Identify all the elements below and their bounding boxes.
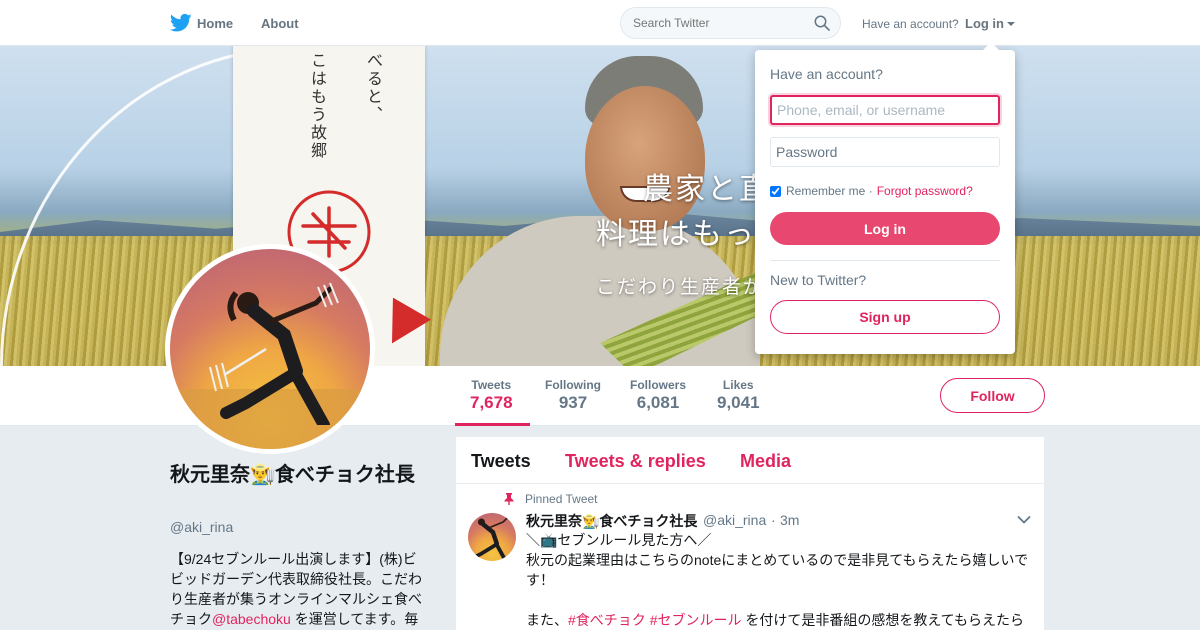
search-input[interactable] xyxy=(633,16,803,30)
tweet-avatar[interactable] xyxy=(468,513,516,561)
stat-tweets-value: 7,678 xyxy=(470,393,513,412)
pin-icon xyxy=(504,493,514,505)
top-nav-bar: Home About Have an account? Log in xyxy=(0,0,1200,46)
profile-bio: 【9/24セブンルール出演します】(株)ビビッドガーデン代表取締役社長。こだわり… xyxy=(170,549,428,629)
avatar-person-figure xyxy=(209,282,339,425)
stat-likes-value: 9,041 xyxy=(717,393,760,412)
password-field[interactable] xyxy=(770,137,1000,167)
banner-copy-line-3: こだわり生産者が xyxy=(596,276,765,298)
avatar-photo xyxy=(170,249,370,449)
profile-handle[interactable]: @aki_rina xyxy=(170,519,233,535)
caret-down-icon xyxy=(1007,22,1015,26)
forgot-password-link[interactable]: Forgot password? xyxy=(877,184,973,198)
stat-followers[interactable]: Followers 6,081 xyxy=(630,378,686,413)
login-dropdown-title: Have an account? xyxy=(770,66,883,82)
tweet-timestamp[interactable]: 3m xyxy=(780,512,799,528)
stat-following-value: 937 xyxy=(558,393,588,412)
tweet-text-line-3-start: また、 xyxy=(526,612,568,628)
bio-text-end: を運営してます。毎 xyxy=(290,611,419,627)
tweet-text-blank-line xyxy=(526,590,1036,610)
login-dropdown: Have an account? Remember me · Forgot pas… xyxy=(755,42,1015,354)
dropdown-divider xyxy=(770,260,1000,261)
new-to-twitter-text: New to Twitter? xyxy=(770,272,867,288)
stat-following-label: Following xyxy=(545,378,601,392)
tab-tweets-replies[interactable]: Tweets & replies xyxy=(565,451,706,472)
tweet-text-line-1: ＼📺セブンルール見た方へ／ xyxy=(526,532,712,548)
have-account-text: Have an account? xyxy=(862,17,959,31)
poster-text-line-2: こはもう故郷 xyxy=(308,52,327,160)
hashtag-link-tabechoku[interactable]: #食べチョク xyxy=(568,612,646,628)
tweet-author-name[interactable]: 秋元里奈👨‍🌾食べチョク社長 xyxy=(526,511,697,531)
poster-text-line-1: べると、 xyxy=(364,52,383,124)
stat-followers-label: Followers xyxy=(630,378,687,392)
sign-up-button[interactable]: Sign up xyxy=(770,300,1000,334)
tab-tweets[interactable]: Tweets xyxy=(471,451,531,472)
nav-home-link[interactable]: Home xyxy=(197,16,233,31)
username-field[interactable] xyxy=(770,95,1000,125)
stat-tweets-label: Tweets xyxy=(471,378,512,392)
follow-button[interactable]: Follow xyxy=(940,378,1045,413)
timeline-card: Tweets Tweets & replies Media Pinned Twe… xyxy=(456,437,1044,630)
remember-me-checkbox[interactable] xyxy=(770,185,781,197)
search-icon[interactable] xyxy=(814,15,830,31)
active-stat-underline xyxy=(455,423,530,426)
log-in-button[interactable]: Log in xyxy=(770,212,1000,245)
tab-media[interactable]: Media xyxy=(740,451,791,472)
tweet-author-handle[interactable]: @aki_rina xyxy=(703,512,766,528)
pinned-tweet-label: Pinned Tweet xyxy=(525,492,598,506)
tweet-avatar-figure xyxy=(472,516,509,561)
tweet-text-line-2: 秋元の起業理由はこちらのnoteにまとめているので是非見てもらえたら嬉しいです！ xyxy=(526,552,1029,588)
remember-separator: · xyxy=(868,184,873,198)
remember-me-row: Remember me · Forgot password? xyxy=(770,184,973,198)
nav-about-link[interactable]: About xyxy=(261,16,299,31)
login-dropdown-toggle[interactable]: Log in xyxy=(965,16,1015,31)
chevron-down-icon[interactable] xyxy=(1017,515,1031,525)
stat-followers-value: 6,081 xyxy=(636,393,680,412)
stat-likes-label: Likes xyxy=(722,378,754,392)
banner-copy-line-1: 農家と直 xyxy=(643,172,771,207)
profile-name: 秋元里奈👨‍🌾食べチョク社長 xyxy=(170,464,415,486)
stat-following[interactable]: Following 937 xyxy=(545,378,601,413)
timeline-tabs: Tweets Tweets & replies Media xyxy=(456,437,1044,484)
tweet-text: ＼📺セブンルール見た方へ／ 秋元の起業理由はこちらのnoteにまとめているので是… xyxy=(526,530,1036,630)
stat-tweets[interactable]: Tweets 7,678 xyxy=(470,378,513,413)
banner-copy-line-2: 料理はもっ xyxy=(596,217,756,252)
remember-me-label: Remember me xyxy=(786,184,866,198)
twitter-bird-icon[interactable] xyxy=(170,13,192,33)
tweet-meta-separator: · xyxy=(771,512,776,528)
profile-avatar[interactable] xyxy=(165,244,375,454)
tweet-text-line-3: また、#食べチョク #セブンルール を付けて是非番組の感想を教えてもらえたら xyxy=(526,610,1036,630)
login-toggle-label: Log in xyxy=(965,16,1004,31)
hashtag-link-sevenrule[interactable]: #セブンルール xyxy=(650,612,742,628)
stat-likes[interactable]: Likes 9,041 xyxy=(717,378,760,413)
bio-mention-link[interactable]: @tabechoku xyxy=(212,611,291,627)
tweet-text-line-3-end: を付けて是非番組の感想を教えてもらえたら xyxy=(741,612,1024,628)
search-box[interactable] xyxy=(620,7,841,39)
